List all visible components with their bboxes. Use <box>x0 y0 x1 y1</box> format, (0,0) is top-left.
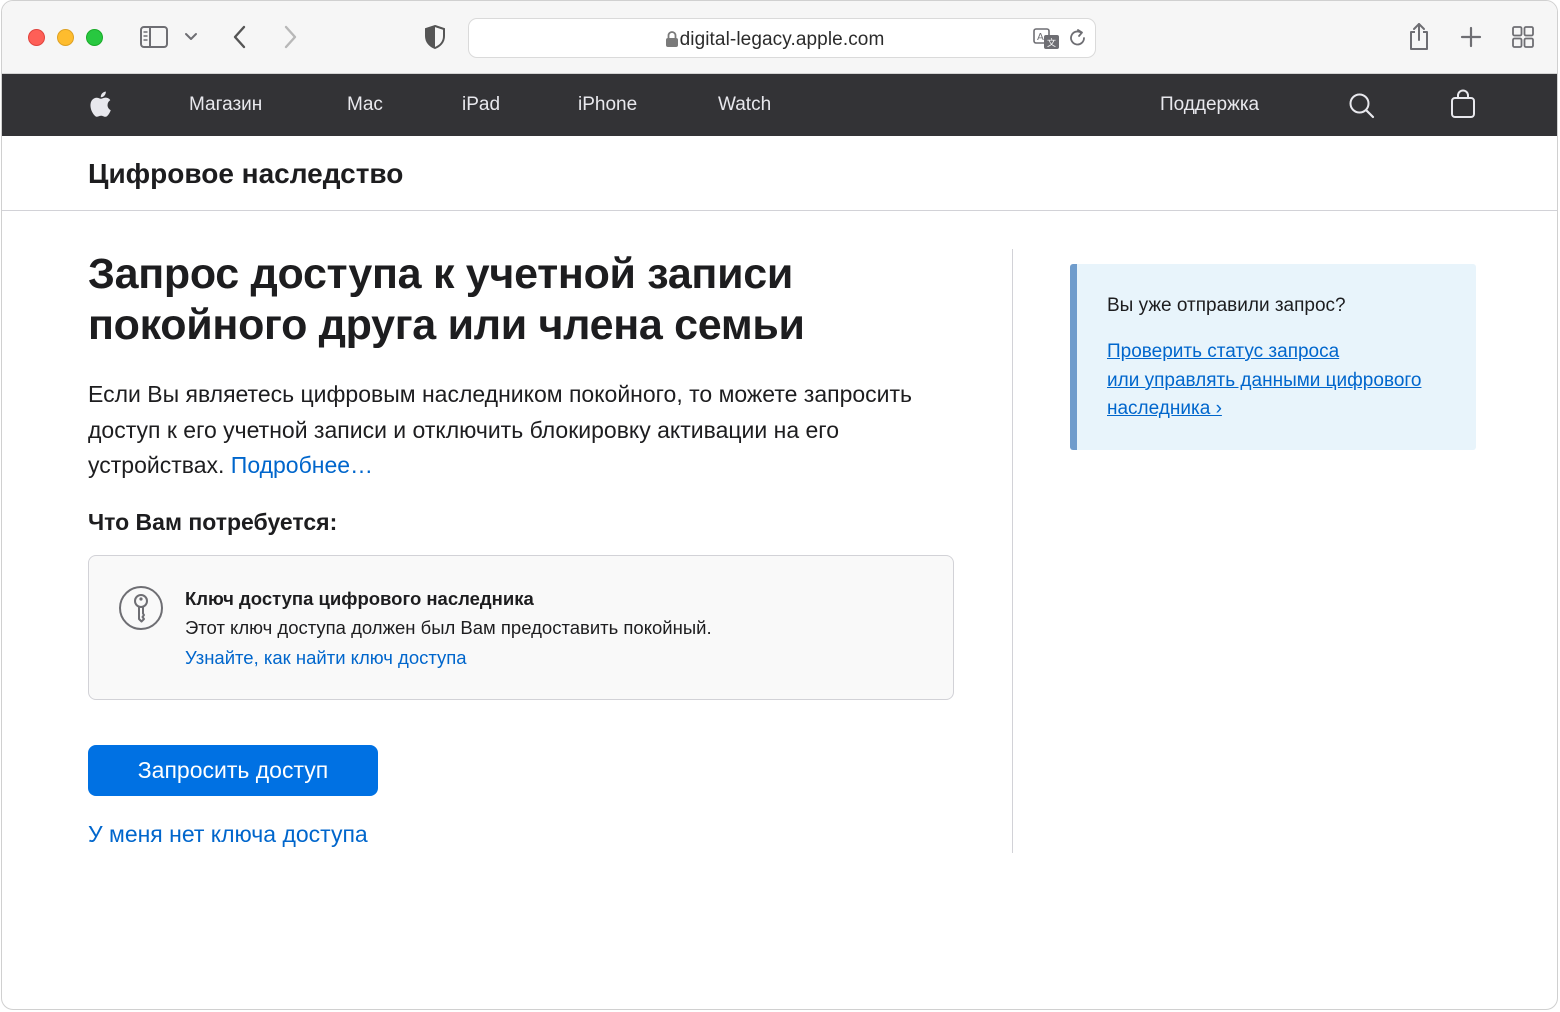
close-window-button[interactable] <box>28 29 45 46</box>
requirements-heading: Что Вам потребуется: <box>88 508 338 535</box>
check-status-link-line-2: или управлять данными цифрового <box>1107 369 1422 391</box>
svg-text:A: A <box>1037 32 1044 43</box>
apple-logo-icon[interactable] <box>88 90 112 123</box>
intro-text: Если Вы являетесь цифровым наследником п… <box>88 381 913 478</box>
callout-title: Вы уже отправили запрос? <box>1107 295 1346 316</box>
nav-item-ipad[interactable]: iPad <box>462 94 500 116</box>
chevron-down-icon[interactable] <box>176 21 206 53</box>
requirement-description: Этот ключ доступа должен был Вам предост… <box>185 616 712 638</box>
learn-more-link[interactable]: Подробнее… <box>231 452 373 478</box>
check-status-link-line-1: Проверить статус запроса <box>1107 341 1340 362</box>
zoom-window-button[interactable] <box>86 29 103 46</box>
existing-request-callout: Вы уже отправили запрос? Проверить стату… <box>1070 264 1476 450</box>
browser-window: digital-legacy.apple.com A文 Магазин Mac … <box>1 0 1558 1010</box>
search-icon[interactable] <box>1348 92 1376 125</box>
svg-text:文: 文 <box>1047 37 1056 49</box>
nav-item-watch[interactable]: Watch <box>718 94 771 116</box>
key-icon <box>117 584 165 637</box>
check-status-link-line-3: наследника › <box>1107 398 1222 419</box>
find-access-key-link[interactable]: Узнайте, как найти ключ доступа <box>185 647 467 669</box>
no-access-key-link[interactable]: У меня нет ключа доступа <box>88 821 368 848</box>
address-bar[interactable]: digital-legacy.apple.com A文 <box>468 18 1096 58</box>
headline-line-2: покойного друга или члена семьи <box>88 301 805 349</box>
shield-icon[interactable] <box>419 21 451 53</box>
bag-icon[interactable] <box>1450 89 1476 124</box>
main-content: Запрос доступа к учетной записи покойног… <box>88 249 968 700</box>
headline-line-1: Запрос доступа к учетной записи <box>88 250 793 298</box>
sidebar-icon[interactable] <box>138 21 170 53</box>
request-access-button[interactable]: Запросить доступ <box>88 745 378 796</box>
headline: Запрос доступа к учетной записи покойног… <box>88 249 968 351</box>
translate-icon[interactable]: A文 <box>1033 28 1061 55</box>
url-text: digital-legacy.apple.com <box>679 29 885 50</box>
requirement-card: Ключ доступа цифрового наследника Этот к… <box>88 554 954 700</box>
requirement-title: Ключ доступа цифрового наследника <box>185 587 534 609</box>
intro-paragraph: Если Вы являетесь цифровым наследником п… <box>88 377 958 484</box>
nav-item-iphone[interactable]: iPhone <box>578 94 637 116</box>
minimize-window-button[interactable] <box>57 29 74 46</box>
nav-item-store[interactable]: Магазин <box>189 94 262 116</box>
column-divider <box>1012 249 1013 853</box>
forward-icon[interactable] <box>274 21 306 53</box>
global-nav: Магазин Mac iPad iPhone Watch Поддержка <box>2 74 1557 136</box>
back-icon[interactable] <box>224 21 256 53</box>
nav-item-support[interactable]: Поддержка <box>1160 94 1259 116</box>
check-status-link[interactable]: Проверить статус запроса или управлять д… <box>1107 338 1457 424</box>
reload-icon[interactable] <box>1069 28 1087 53</box>
share-icon[interactable] <box>1403 21 1435 53</box>
tabs-grid-icon[interactable] <box>1507 21 1539 53</box>
page-title[interactable]: Цифровое наследство <box>88 158 403 190</box>
browser-toolbar: digital-legacy.apple.com A文 <box>2 1 1557 74</box>
local-nav: Цифровое наследство <box>2 136 1557 211</box>
nav-item-mac[interactable]: Mac <box>347 94 383 116</box>
plus-icon[interactable] <box>1455 21 1487 53</box>
